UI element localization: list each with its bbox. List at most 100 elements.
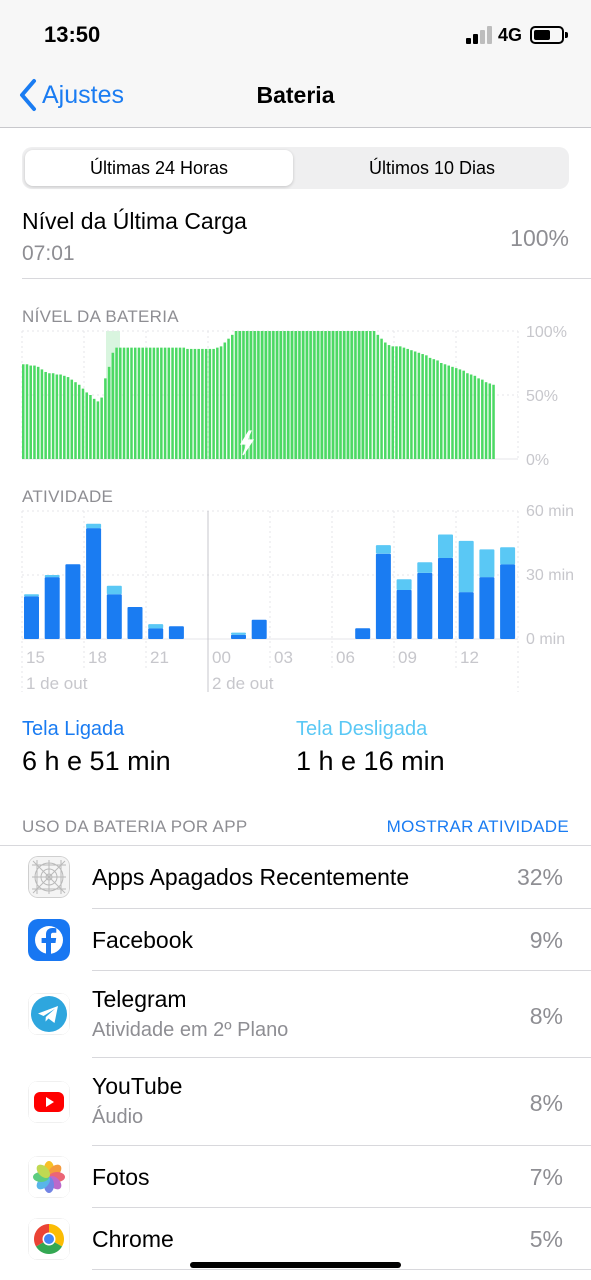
battery-bar <box>339 331 342 459</box>
segment-last-24-hours[interactable]: Últimas 24 Horas <box>25 150 293 186</box>
battery-bar <box>92 398 96 459</box>
navigation-bar: Ajustes Bateria <box>0 70 591 128</box>
battery-bar <box>443 364 447 459</box>
screen-off-label: Tela Desligada <box>296 718 428 740</box>
battery-bar <box>36 366 40 459</box>
activity-y-label-60: 60 min <box>526 503 574 520</box>
app-percentage: 7% <box>529 1164 563 1190</box>
battery-bar <box>313 331 316 459</box>
screen-off-bar <box>106 585 122 595</box>
divider <box>22 278 591 279</box>
app-usage-label: USO DA BATERIA POR APP <box>22 817 248 836</box>
battery-bar <box>350 331 353 459</box>
battery-bar <box>492 384 495 459</box>
battery-bar <box>354 331 357 459</box>
battery-bar <box>55 374 59 459</box>
segment-last-10-days[interactable]: Últimos 10 Dias <box>298 150 566 186</box>
battery-bar <box>234 331 238 459</box>
battery-bar <box>294 331 297 459</box>
battery-bar <box>107 366 111 459</box>
screen-on-label: Tela Ligada <box>22 718 125 740</box>
battery-bar <box>231 334 234 459</box>
battery-bar <box>398 346 402 459</box>
battery-bar <box>74 382 77 459</box>
screen-on-bar <box>86 528 102 639</box>
screen-on-bar <box>355 628 371 639</box>
battery-bar <box>387 345 391 459</box>
status-time: 13:50 <box>44 22 101 47</box>
battery-bar <box>466 373 469 459</box>
battery-bar <box>473 375 477 459</box>
battery-y-label-0: 0% <box>526 452 549 469</box>
screen-on-bar <box>231 634 246 639</box>
battery-bar <box>357 331 361 459</box>
battery-bar <box>275 331 279 459</box>
screen-off-bar <box>375 545 391 554</box>
battery-bar <box>77 384 81 459</box>
battery-bar <box>182 347 186 459</box>
battery-bar <box>25 364 29 459</box>
battery-bar <box>458 369 462 459</box>
battery-bar <box>413 351 417 459</box>
activity-x-tick: 09 <box>398 648 417 667</box>
battery-bar <box>137 347 141 459</box>
battery-bar <box>361 331 365 459</box>
battery-bar <box>384 342 387 459</box>
battery-bar <box>227 338 230 459</box>
app-row-fotos[interactable]: Fotos 7% <box>0 1146 591 1208</box>
battery-bar <box>163 347 167 459</box>
battery-bar <box>85 392 88 459</box>
battery-bar <box>70 379 74 459</box>
date-label-day2: 2 de out <box>212 674 274 693</box>
app-row-telegram[interactable]: Telegram Atividade em 2º Plano 8% <box>0 971 591 1058</box>
screen-on-bar <box>396 589 412 639</box>
app-row-facebook[interactable]: Facebook 9% <box>0 909 591 971</box>
battery-bar <box>186 348 189 459</box>
battery-bar <box>469 374 473 459</box>
battery-bar <box>346 331 350 459</box>
battery-bar <box>22 364 25 459</box>
app-row-chrome[interactable]: Chrome 5% <box>0 1208 591 1270</box>
activity-x-tick: 21 <box>150 648 169 667</box>
screen-on-bar <box>65 564 81 639</box>
screen-on-bar <box>375 553 391 639</box>
battery-bar <box>268 331 271 459</box>
battery-bar <box>290 331 294 459</box>
battery-bar <box>178 347 182 459</box>
cellular-signal-icon <box>466 26 494 44</box>
battery-bar <box>331 331 335 459</box>
app-percentage: 8% <box>529 1090 563 1116</box>
battery-bar <box>219 346 223 459</box>
battery-bar <box>301 331 305 459</box>
battery-bar <box>156 347 159 459</box>
battery-bar <box>51 373 55 459</box>
app-name: Apps Apagados Recentemente <box>92 864 410 890</box>
screen-off-bar <box>479 549 495 578</box>
battery-bar <box>167 347 171 459</box>
screen-off-bar <box>44 575 60 578</box>
battery-bar <box>29 365 32 459</box>
app-row-youtube[interactable]: YouTube Áudio 8% <box>0 1058 591 1146</box>
app-name: Facebook <box>92 927 194 953</box>
activity-y-label-0: 0 min <box>526 631 565 648</box>
screen-off-bar <box>417 562 433 573</box>
battery-bar <box>421 354 424 459</box>
app-name: YouTube <box>92 1073 183 1099</box>
app-name: Telegram <box>92 986 187 1012</box>
battery-y-label-50: 50% <box>526 388 558 405</box>
app-row-deleted-apps[interactable]: Apps Apagados Recentemente 32% <box>0 846 591 909</box>
battery-bar <box>189 348 193 459</box>
battery-bar <box>212 348 215 459</box>
battery-bar <box>145 347 148 459</box>
battery-bar <box>264 331 268 459</box>
photos-icon <box>28 1156 70 1198</box>
battery-bar <box>122 347 126 459</box>
battery-bar <box>33 365 36 459</box>
screen-on-bar <box>479 577 495 639</box>
battery-bar <box>48 373 51 459</box>
battery-bar <box>59 374 62 459</box>
show-activity-button[interactable]: MOSTRAR ATIVIDADE <box>387 817 569 837</box>
battery-bar <box>133 347 137 459</box>
screen-on-bar <box>148 628 164 639</box>
status-bar: 13:50 4G <box>0 0 591 70</box>
